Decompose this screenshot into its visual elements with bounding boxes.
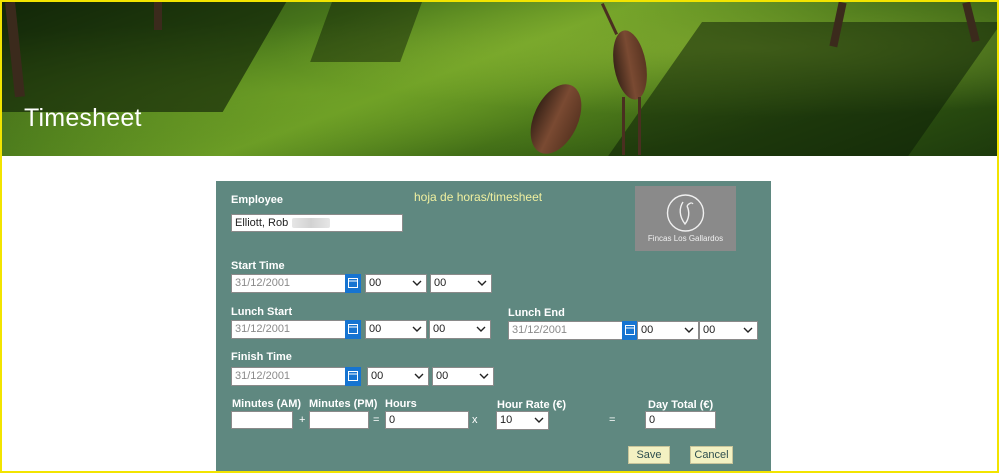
lunch-end-minute-select[interactable]: 00 xyxy=(699,321,758,340)
start-minute-value: 00 xyxy=(434,277,447,289)
hours-label: Hours xyxy=(385,398,417,410)
lunch-end-date-value: 31/12/2001 xyxy=(512,324,568,336)
lunch-start-calendar-button[interactable] xyxy=(345,320,361,339)
multiply-sign: x xyxy=(472,414,478,426)
lunch-start-date-value: 31/12/2001 xyxy=(235,323,291,335)
cancel-button[interactable]: Cancel xyxy=(690,446,733,464)
chevron-down-icon xyxy=(684,327,694,333)
finish-hour-value: 00 xyxy=(371,370,384,382)
lunch-end-calendar-button[interactable] xyxy=(622,321,638,340)
header-banner: Timesheet xyxy=(2,2,997,156)
calendar-icon xyxy=(348,278,358,288)
employee-input[interactable]: Elliott, Rob xyxy=(231,214,403,232)
bird-sculpture xyxy=(520,76,592,156)
bird-sculpture xyxy=(608,27,652,103)
plus-sign: + xyxy=(299,414,306,426)
lunch-start-hour-select[interactable]: 00 xyxy=(365,320,427,339)
lunch-end-minute-value: 00 xyxy=(703,324,716,336)
minutes-pm-label: Minutes (PM) xyxy=(309,398,378,410)
hour-rate-select[interactable]: 10 xyxy=(496,411,549,430)
banner-shadow xyxy=(603,22,997,156)
chevron-down-icon xyxy=(743,327,753,333)
calendar-icon xyxy=(348,324,358,334)
lunch-start-date-picker[interactable]: 31/12/2001 xyxy=(231,320,361,339)
chevron-down-icon xyxy=(412,280,422,286)
minutes-am-label: Minutes (AM) xyxy=(232,398,302,410)
lunch-start-label: Lunch Start xyxy=(231,306,293,318)
day-total-label: Day Total (€) xyxy=(648,399,714,411)
finish-date-calendar-button[interactable] xyxy=(345,367,361,386)
chevron-down-icon xyxy=(414,373,424,379)
employee-label: Employee xyxy=(231,194,283,206)
minutes-pm-input[interactable] xyxy=(309,411,369,429)
lunch-start-hour-value: 00 xyxy=(369,323,382,335)
page-title: Timesheet xyxy=(24,104,142,132)
lunch-end-date-picker[interactable]: 31/12/2001 xyxy=(508,321,638,340)
chevron-down-icon xyxy=(476,326,486,332)
finish-date-value: 31/12/2001 xyxy=(235,370,291,382)
finish-minute-select[interactable]: 00 xyxy=(432,367,494,386)
lunch-end-label: Lunch End xyxy=(508,307,565,319)
lunch-end-hour-select[interactable]: 00 xyxy=(637,321,699,340)
hours-input[interactable]: 0 xyxy=(385,411,469,429)
bird-sculpture xyxy=(600,2,619,36)
finish-date-picker[interactable]: 31/12/2001 xyxy=(231,367,361,386)
chevron-down-icon xyxy=(479,373,489,379)
hour-rate-label: Hour Rate (€) xyxy=(497,399,567,411)
start-date-calendar-button[interactable] xyxy=(345,274,361,293)
minutes-am-input[interactable] xyxy=(231,411,293,429)
form-heading: hoja de horas/timesheet xyxy=(414,190,543,204)
finish-hour-select[interactable]: 00 xyxy=(367,367,429,386)
chevron-down-icon xyxy=(534,417,544,423)
start-minute-select[interactable]: 00 xyxy=(430,274,492,293)
bird-sculpture xyxy=(622,97,625,155)
hour-rate-value: 10 xyxy=(500,414,513,426)
lunch-start-minute-value: 00 xyxy=(433,323,446,335)
finish-time-label: Finish Time xyxy=(231,351,292,363)
start-date-value: 31/12/2001 xyxy=(235,277,291,289)
lunch-end-hour-value: 00 xyxy=(641,324,654,336)
start-hour-value: 00 xyxy=(369,277,382,289)
lunch-start-minute-select[interactable]: 00 xyxy=(429,320,491,339)
day-total-input[interactable]: 0 xyxy=(645,411,716,429)
bird-sculpture xyxy=(638,97,641,155)
company-logo: Fincas Los Gallardos xyxy=(635,186,736,251)
start-date-picker[interactable]: 31/12/2001 xyxy=(231,274,361,293)
equals-sign: = xyxy=(373,414,380,426)
finish-minute-value: 00 xyxy=(436,370,449,382)
logo-brand-text: Fincas Los Gallardos xyxy=(647,234,724,243)
calendar-icon xyxy=(348,371,358,381)
equals-sign: = xyxy=(609,414,616,426)
start-hour-select[interactable]: 00 xyxy=(365,274,427,293)
chevron-down-icon xyxy=(477,280,487,286)
calendar-icon xyxy=(625,325,635,335)
start-time-label: Start Time xyxy=(231,260,285,272)
banner-post xyxy=(154,2,162,30)
employee-value: Elliott, Rob xyxy=(235,217,289,229)
banner-shadow xyxy=(2,2,293,112)
bird-logo-icon xyxy=(666,194,705,232)
banner-shadow xyxy=(310,2,422,62)
chevron-down-icon xyxy=(412,326,422,332)
redacted-text xyxy=(292,218,331,229)
save-button[interactable]: Save xyxy=(628,446,670,464)
